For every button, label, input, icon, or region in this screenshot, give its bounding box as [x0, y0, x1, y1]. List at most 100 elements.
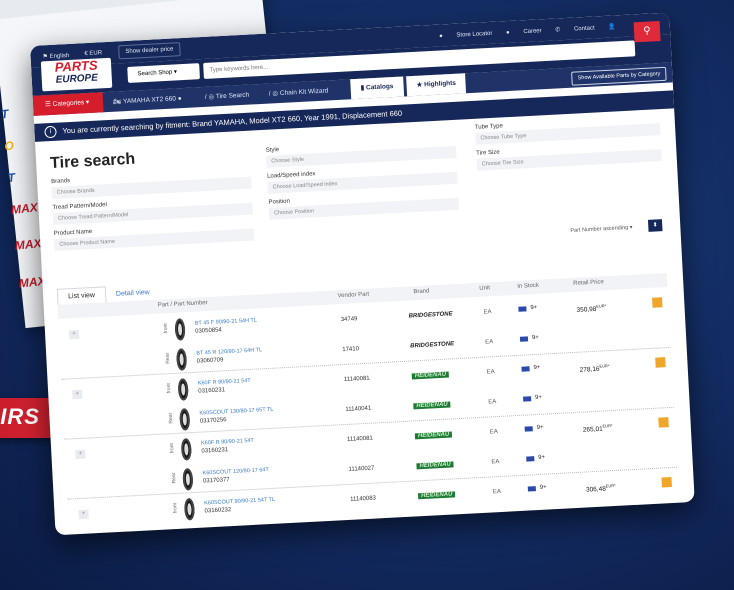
vendor-part: 11140027	[348, 465, 375, 473]
vehicle-label: YAMAHA XT2 660	[122, 95, 177, 106]
expand-row-button[interactable]: +	[78, 509, 89, 520]
tab-chain-kit-wizard[interactable]: / ◎ Chain Kit Wizard	[269, 86, 329, 97]
search-shop-label: Search Shop	[137, 69, 173, 78]
stock-flag-icon	[521, 366, 530, 372]
column-in-stock: In Stock	[517, 282, 540, 290]
product-link[interactable]: K60SCOUT 130/80-17 65T TL	[199, 407, 273, 417]
unit: EA	[492, 488, 502, 496]
stock-count: 9+	[531, 334, 539, 342]
stock-flag-icon	[526, 456, 535, 462]
brands-label: Brands	[50, 178, 71, 186]
top-right-links: ● Store Locator ● Career ✆ Contact 👤	[427, 23, 616, 40]
categories-menu[interactable]: ☰ Categories ▾	[32, 92, 104, 116]
unit: EA	[488, 399, 497, 406]
stock-flag-icon	[527, 486, 536, 492]
search-button[interactable]: ⚲	[633, 21, 661, 43]
brand-logo: HEIDENAU	[411, 371, 450, 380]
tire-position: front	[172, 502, 179, 514]
background-brand-logo: T	[7, 170, 16, 186]
part-number: 03160231	[198, 387, 226, 395]
contact-link[interactable]: ✆ Contact	[555, 25, 595, 33]
search-shop-select[interactable]: Search Shop ▾	[127, 63, 200, 83]
sort-label: Part Number ascending	[570, 224, 629, 234]
product-link[interactable]: K60F R 90/90-21 54T	[198, 378, 251, 387]
vendor-part: 11140041	[345, 405, 372, 413]
sort-direction-button[interactable]: ⬍	[647, 219, 663, 232]
stock-count: 9+	[530, 304, 538, 312]
sort-select[interactable]: Part Number ascending ▾	[570, 225, 632, 234]
add-to-cart-button[interactable]	[652, 297, 663, 308]
tab-tire-search[interactable]: / ◎ Tire Search	[205, 91, 250, 101]
dealer-price-button[interactable]: Show dealer price	[118, 42, 181, 60]
vehicle-tab[interactable]: 🏍 YAMAHA XT2 660 ●	[113, 94, 182, 106]
tire-icon	[174, 318, 186, 341]
background-brand-logo: MAX	[14, 236, 43, 253]
price-value: 306,48	[585, 485, 607, 494]
tire-size-select[interactable]: Choose Tire Size	[476, 149, 662, 171]
unit: EA	[486, 369, 495, 376]
add-to-cart-button[interactable]	[658, 417, 669, 428]
tablet-screen: ⚑ English € EUR Show dealer price ● Stor…	[30, 12, 695, 536]
tire-icon	[179, 408, 191, 431]
expand-row-button[interactable]: +	[72, 389, 83, 400]
tire-position: Rear	[167, 412, 175, 424]
tire-search-label: Tire Search	[215, 91, 250, 101]
star-icon: ★	[416, 81, 423, 89]
retail-price: 265,01EUR*	[583, 423, 613, 434]
vendor-part: 11140083	[350, 495, 377, 503]
categories-label: Categories	[52, 99, 85, 108]
tab-highlights[interactable]: ★ Highlights	[406, 73, 467, 97]
column-brand: Brand	[413, 288, 430, 296]
retail-price: 306,48EUR*	[586, 483, 616, 494]
page-title: Tire search	[49, 150, 136, 173]
career-label: Career	[523, 28, 542, 36]
brand-logo: HEIDENAU	[414, 431, 453, 440]
background-brand-logo: T	[0, 106, 10, 122]
part-number: 03060709	[196, 357, 224, 365]
price-currency: EUR*	[596, 303, 607, 309]
unit: EA	[483, 309, 492, 316]
tire-icon	[177, 378, 189, 401]
position-select[interactable]: Choose Position	[268, 197, 460, 220]
unit: EA	[491, 459, 500, 466]
add-to-cart-button[interactable]	[661, 477, 672, 488]
fitment-info-text: You are currently searching by fitment: …	[62, 108, 403, 136]
tire-position: front	[162, 323, 170, 334]
expand-row-button[interactable]: +	[75, 449, 86, 460]
product-link[interactable]: BT 45 R 120/90-17 64H TL	[196, 347, 262, 356]
brands-select[interactable]: Choose Brands	[51, 176, 252, 200]
promo-ribbon-text: IRS	[0, 404, 40, 429]
product-link[interactable]: K60SCOUT 120/90-17 64T	[202, 467, 268, 476]
show-available-parts-button[interactable]: Show Available Parts by Category	[571, 66, 667, 86]
store-locator-label: Store Locator	[456, 30, 493, 39]
tire-position: front	[165, 383, 173, 394]
brand-logo: BRIDGESTONE	[408, 311, 453, 320]
tab-catalogs[interactable]: ▮ Catalogs	[350, 76, 404, 100]
product-link[interactable]: BT 45 F 90/90-21 54H TL	[195, 318, 257, 327]
stock-flag-icon	[518, 306, 527, 312]
style-select[interactable]: Choose Style	[266, 145, 457, 168]
user-icon[interactable]: 👤	[608, 24, 616, 30]
part-number: 03160231	[201, 447, 229, 455]
retail-price: 278,16EUR*	[579, 363, 610, 374]
expand-row-button[interactable]: +	[68, 329, 80, 340]
product-link[interactable]: K60SCOUT 90/90-21 54T TL	[204, 497, 275, 507]
career-link[interactable]: ● Career	[506, 28, 542, 36]
style-label: Style	[265, 147, 280, 154]
parts-europe-logo[interactable]: PARTS EUROPE	[40, 58, 113, 92]
product-link[interactable]: K60F R 90/90-21 54T	[201, 438, 254, 447]
highlights-label: Highlights	[424, 79, 457, 89]
price-value: 278,16	[579, 365, 600, 374]
stock-flag-icon	[524, 426, 533, 432]
currency-select[interactable]: € EUR	[84, 50, 102, 57]
background-panel-topbar	[0, 0, 262, 20]
tire-position: front	[168, 442, 176, 454]
store-locator-link[interactable]: ● Store Locator	[439, 31, 493, 40]
column-unit: Unit	[479, 285, 491, 292]
tube-type-select[interactable]: Choose Tube Type	[475, 123, 661, 145]
background-brand-logo: MAX	[10, 200, 39, 217]
tire-size-label: Tire Size	[476, 149, 500, 157]
stock-count: 9+	[533, 364, 541, 372]
add-to-cart-button[interactable]	[655, 357, 666, 368]
product-name-label: Product Name	[53, 229, 93, 238]
